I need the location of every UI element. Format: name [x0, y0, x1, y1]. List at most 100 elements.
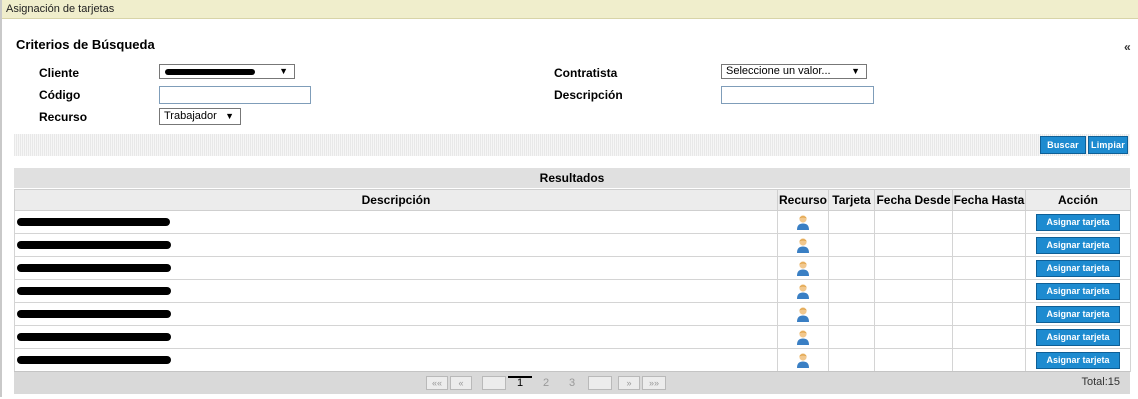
cell-descripcion [14, 210, 778, 234]
cell-recurso [777, 256, 829, 280]
next-page-button[interactable]: » [618, 376, 640, 390]
cell-tarjeta [828, 348, 875, 372]
redacted-description [17, 333, 171, 341]
cell-fecha-hasta [952, 256, 1026, 280]
assign-card-button[interactable]: Asignar tarjeta [1036, 305, 1120, 323]
cell-accion: Asignar tarjeta [1025, 279, 1131, 303]
cell-tarjeta [828, 233, 875, 257]
table-row[interactable]: Asignar tarjeta [14, 302, 1131, 326]
assign-card-button[interactable]: Asignar tarjeta [1036, 213, 1120, 231]
redacted-description [17, 218, 170, 226]
cell-tarjeta [828, 302, 875, 326]
results-title: Resultados [14, 168, 1130, 188]
cell-fecha-hasta [952, 210, 1026, 234]
cell-accion: Asignar tarjeta [1025, 302, 1131, 326]
dropdown-arrow-icon: ▼ [851, 66, 860, 76]
person-icon [797, 330, 809, 345]
table-header-row: Descripción Recurso Tarjeta Fecha Desde … [14, 189, 1131, 211]
page-blank-right [588, 376, 612, 390]
person-icon [797, 215, 809, 230]
page-3[interactable]: 3 [560, 376, 584, 390]
cell-fecha-hasta [952, 348, 1026, 372]
contratista-select-value: Seleccione un valor... [726, 65, 831, 77]
table-row[interactable]: Asignar tarjeta [14, 348, 1131, 372]
last-page-button[interactable]: »» [642, 376, 666, 390]
cell-descripcion [14, 302, 778, 326]
cell-tarjeta [828, 256, 875, 280]
codigo-label: Código [39, 88, 81, 102]
cell-accion: Asignar tarjeta [1025, 348, 1131, 372]
cell-fecha-desde [874, 233, 953, 257]
cell-recurso [777, 302, 829, 326]
cell-recurso [777, 348, 829, 372]
contratista-label: Contratista [554, 66, 618, 80]
recurso-select-value: Trabajador [164, 110, 217, 122]
redacted-description [17, 310, 171, 318]
cell-tarjeta [828, 325, 875, 349]
cell-fecha-desde [874, 302, 953, 326]
col-tarjeta[interactable]: Tarjeta [828, 189, 875, 211]
assign-card-button[interactable]: Asignar tarjeta [1036, 351, 1120, 369]
cell-descripcion [14, 325, 778, 349]
table-row[interactable]: Asignar tarjeta [14, 256, 1131, 280]
dropdown-arrow-icon: ▼ [279, 66, 288, 76]
cell-accion: Asignar tarjeta [1025, 325, 1131, 349]
cell-tarjeta [828, 279, 875, 303]
dropdown-arrow-icon: ▼ [225, 111, 234, 121]
cell-accion: Asignar tarjeta [1025, 210, 1131, 234]
results-table: Descripción Recurso Tarjeta Fecha Desde … [14, 189, 1131, 372]
page-1[interactable]: 1 [508, 376, 532, 390]
cell-fecha-hasta [952, 233, 1026, 257]
contratista-select[interactable]: Seleccione un valor... ▼ [721, 64, 867, 79]
prev-page-button[interactable]: « [450, 376, 472, 390]
cell-recurso [777, 325, 829, 349]
cell-fecha-hasta [952, 279, 1026, 303]
first-page-button[interactable]: «« [426, 376, 448, 390]
cell-descripcion [14, 279, 778, 303]
descripcion-label: Descripción [554, 88, 623, 102]
col-descripcion[interactable]: Descripción [14, 189, 778, 211]
redacted-description [17, 264, 171, 272]
table-row[interactable]: Asignar tarjeta [14, 279, 1131, 303]
cell-recurso [777, 210, 829, 234]
recurso-label: Recurso [39, 110, 88, 124]
search-button[interactable]: Buscar [1040, 136, 1086, 154]
cell-fecha-desde [874, 210, 953, 234]
assign-card-button[interactable]: Asignar tarjeta [1036, 282, 1120, 300]
assign-card-button[interactable]: Asignar tarjeta [1036, 259, 1120, 277]
redacted-description [17, 241, 171, 249]
col-fecha-hasta[interactable]: Fecha Hasta [952, 189, 1026, 211]
assign-card-button[interactable]: Asignar tarjeta [1036, 236, 1120, 254]
cell-accion: Asignar tarjeta [1025, 233, 1131, 257]
codigo-input[interactable] [159, 86, 311, 104]
redacted-value [165, 69, 255, 75]
cell-descripcion [14, 256, 778, 280]
descripcion-input[interactable] [721, 86, 874, 104]
recurso-select[interactable]: Trabajador ▼ [159, 108, 241, 125]
collapse-icon[interactable]: « [1124, 40, 1131, 54]
table-row[interactable]: Asignar tarjeta [14, 325, 1131, 349]
criteria-title: Criterios de Búsqueda [16, 37, 155, 52]
col-recurso[interactable]: Recurso [777, 189, 829, 211]
button-bar [14, 134, 1130, 156]
cliente-select[interactable]: ▼ [159, 64, 295, 79]
total-count: Total:15 [1081, 376, 1120, 388]
page-2[interactable]: 2 [534, 376, 558, 390]
pager: «« « 1 2 3 » »» Total:15 [14, 371, 1130, 394]
cell-fecha-desde [874, 325, 953, 349]
cliente-label: Cliente [39, 66, 80, 80]
col-accion[interactable]: Acción [1025, 189, 1131, 211]
cell-descripcion [14, 348, 778, 372]
cell-descripcion [14, 233, 778, 257]
cell-fecha-desde [874, 348, 953, 372]
page-blank-left [482, 376, 506, 390]
cell-tarjeta [828, 210, 875, 234]
person-icon [797, 353, 809, 368]
assign-card-button[interactable]: Asignar tarjeta [1036, 328, 1120, 346]
person-icon [797, 284, 809, 299]
clear-button[interactable]: Limpiar [1088, 136, 1128, 154]
cell-recurso [777, 233, 829, 257]
table-row[interactable]: Asignar tarjeta [14, 233, 1131, 257]
col-fecha-desde[interactable]: Fecha Desde [874, 189, 953, 211]
table-row[interactable]: Asignar tarjeta [14, 210, 1131, 234]
